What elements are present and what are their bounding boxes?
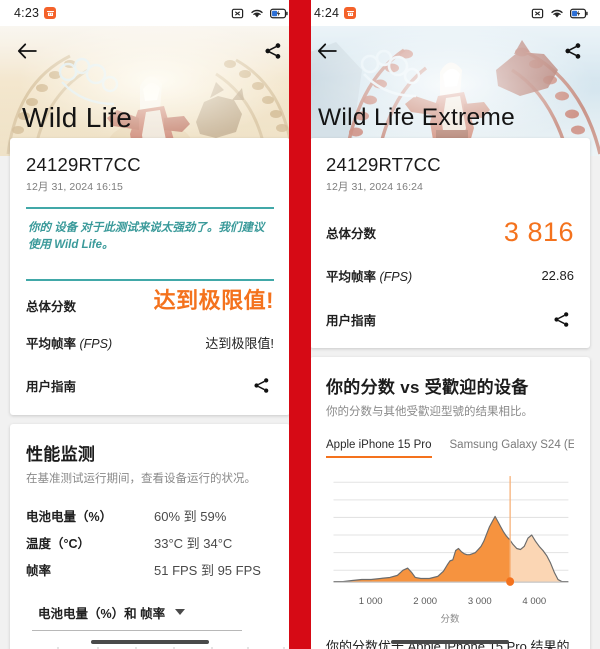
app-icon <box>344 7 357 19</box>
stat-row: 温度（°C） 33°C 到 34°C <box>26 529 274 556</box>
result-card-left: 24129RT7CC 12月 31, 2024 16:15 你的 设备 对于此测… <box>10 138 290 415</box>
metric-selector[interactable]: 电池电量（%）和 帧率 <box>32 599 242 631</box>
too-powerful-note: 你的 设备 对于此测试来说太强劲了。我们建议使用 Wild Life。 <box>28 221 265 252</box>
stat-key: 电池电量（%） <box>26 509 113 524</box>
share-icon[interactable] <box>548 306 574 332</box>
result-timestamp: 12月 31, 2024 16:15 <box>26 181 123 193</box>
hero-banner-left: Wild Life <box>0 26 300 156</box>
hero-banner-right: Wild Life Extreme <box>300 26 600 156</box>
stat-row: 帧率 51 FPS 到 95 FPS <box>26 556 274 583</box>
tab-apple-iphone-15-pro[interactable]: Apple iPhone 15 Pro <box>326 435 432 459</box>
distribution-area <box>333 516 569 583</box>
user-guide-row[interactable]: 用户指南 <box>26 361 274 401</box>
result-timestamp: 12月 31, 2024 16:24 <box>326 181 423 193</box>
overall-score-label: 总体分数 <box>26 299 77 314</box>
overall-score-row: 总体分数 达到极限值! <box>26 287 274 324</box>
score-rows: 总体分数 达到极限值! 平均帧率 (FPS) 达到极限值! 用户指南 <box>26 281 274 401</box>
performance-stats: 电池电量（%） 60% 到 59% 温度（°C） 33°C 到 34°C 帧率 … <box>26 502 274 583</box>
avg-fps-label-text: 平均帧率 <box>26 336 77 351</box>
overall-score-row: 总体分数 3 816 <box>326 208 574 257</box>
chart-x-tick-labels: 1 000 2 000 3 000 4 000 <box>326 596 574 610</box>
red-divider-band <box>289 0 311 649</box>
comparison-card: 你的分数 vs 受歡迎的设备 你的分数与其他受歡迎型號的结果相比。 Apple … <box>310 357 590 649</box>
user-guide-label: 用户指南 <box>26 380 77 395</box>
home-indicator <box>91 640 209 644</box>
stat-value: 60% 到 59% <box>154 508 227 524</box>
scroll-content-left: 24129RT7CC 12月 31, 2024 16:15 你的 设备 对于此测… <box>0 138 300 649</box>
histogram-svg <box>333 476 569 587</box>
scroll-content-right: 24129RT7CC 12月 31, 2024 16:24 总体分数 3 816… <box>300 138 600 649</box>
battery-charging-icon <box>570 8 588 19</box>
no-sim-icon <box>531 7 544 20</box>
avg-fps-row: 平均帧率 (FPS) 达到极限值! <box>26 324 274 361</box>
avg-fps-row: 平均帧率 (FPS) 22.86 <box>326 257 574 294</box>
xtick-label: 3 000 <box>467 596 492 608</box>
avg-fps-label: 平均帧率 (FPS) <box>26 333 112 352</box>
performance-subtitle: 在基准测试运行期间，查看设备运行的状况。 <box>26 472 256 485</box>
avg-fps-unit: (FPS) <box>379 270 413 284</box>
performance-monitor-card: 性能监测 在基准测试运行期间，查看设备运行的状况。 电池电量（%） 60% 到 … <box>10 423 290 649</box>
status-bar-left: 4:23 <box>0 0 300 26</box>
score-marker-dot <box>506 577 515 587</box>
stat-key: 帧率 <box>26 563 52 578</box>
phone-screenshot-left: 4:23 Wild Life 24129RT7CC 12月 31, 2024 1… <box>0 0 300 649</box>
no-sim-icon <box>231 7 244 20</box>
overall-score-value: 达到极限值! <box>153 287 274 313</box>
battery-charging-icon <box>270 8 288 19</box>
result-card-right: 24129RT7CC 12月 31, 2024 16:24 总体分数 3 816… <box>310 138 590 348</box>
chevron-down-icon[interactable] <box>175 609 186 616</box>
user-guide-row[interactable]: 用户指南 <box>326 294 574 334</box>
status-time: 4:24 <box>314 6 340 20</box>
stat-row: 电池电量（%） 60% 到 59% <box>26 502 274 529</box>
share-icon[interactable] <box>260 38 286 64</box>
hero-title: Wild Life <box>22 102 133 133</box>
status-bar-right-group <box>531 7 588 20</box>
xtick-label: 4 000 <box>522 596 547 608</box>
user-guide-label: 用户指南 <box>326 313 377 328</box>
avg-fps-unit: (FPS) <box>79 336 113 351</box>
hero-toolbar <box>300 36 600 66</box>
metric-selector-wrap: 电池电量（%）和 帧率 <box>32 599 268 631</box>
avg-fps-label: 平均帧率 (FPS) <box>326 266 412 285</box>
stat-key: 温度（°C） <box>26 536 91 551</box>
avg-fps-label-text: 平均帧率 <box>326 270 377 284</box>
app-icon <box>44 7 57 19</box>
back-arrow-icon[interactable] <box>14 38 40 64</box>
avg-fps-value: 达到极限值! <box>205 335 274 351</box>
performance-chart: 100 <box>26 645 285 649</box>
wifi-icon <box>550 8 564 19</box>
avg-fps-value: 22.86 <box>541 268 574 283</box>
dual-screenshot-stage: 4:23 Wild Life 24129RT7CC 12月 31, 2024 1… <box>0 0 600 649</box>
status-time: 4:23 <box>14 6 40 20</box>
score-distribution-chart <box>326 474 574 594</box>
hero-toolbar <box>0 36 300 66</box>
xtick-label: 2 000 <box>413 596 438 608</box>
performance-title: 性能监测 <box>26 444 96 464</box>
overall-score-value: 3 816 <box>503 217 574 247</box>
device-name: 24129RT7CC <box>26 154 141 175</box>
wifi-icon <box>250 8 264 19</box>
device-name: 24129RT7CC <box>326 154 441 175</box>
comparison-title: 你的分数 vs 受歡迎的设备 <box>326 378 529 397</box>
tab-samsung-galaxy-s24[interactable]: Samsung Galaxy S24 (E) <box>450 435 575 458</box>
back-arrow-icon[interactable] <box>314 38 340 64</box>
xtick-label: 1 000 <box>358 596 383 608</box>
chart-x-axis-title: 分数 <box>440 614 460 626</box>
hero-title: Wild Life Extreme <box>318 104 516 131</box>
share-icon[interactable] <box>560 38 586 64</box>
device-tabs: Apple iPhone 15 Pro Samsung Galaxy S24 (… <box>326 435 575 459</box>
phone-screenshot-right: 4:24 Wild Life Extreme 24129RT7CC 12月 31… <box>300 0 600 649</box>
status-bar-left-group: 4:23 <box>14 6 57 20</box>
comparison-subtitle: 你的分数与其他受歡迎型號的结果相比。 <box>326 406 533 418</box>
status-bar-left-group: 4:24 <box>314 6 357 20</box>
metric-selector-label: 电池电量（%）和 帧率 <box>38 606 166 621</box>
status-bar-right-group <box>231 7 288 20</box>
status-bar-right: 4:24 <box>300 0 600 26</box>
overall-score-label: 总体分数 <box>326 227 377 241</box>
home-indicator <box>391 640 509 644</box>
share-icon[interactable] <box>248 373 274 399</box>
stat-value: 33°C 到 34°C <box>154 535 233 551</box>
score-rows: 总体分数 3 816 平均帧率 (FPS) 22.86 用户指南 <box>326 194 574 334</box>
stat-value: 51 FPS 到 95 FPS <box>154 562 261 578</box>
